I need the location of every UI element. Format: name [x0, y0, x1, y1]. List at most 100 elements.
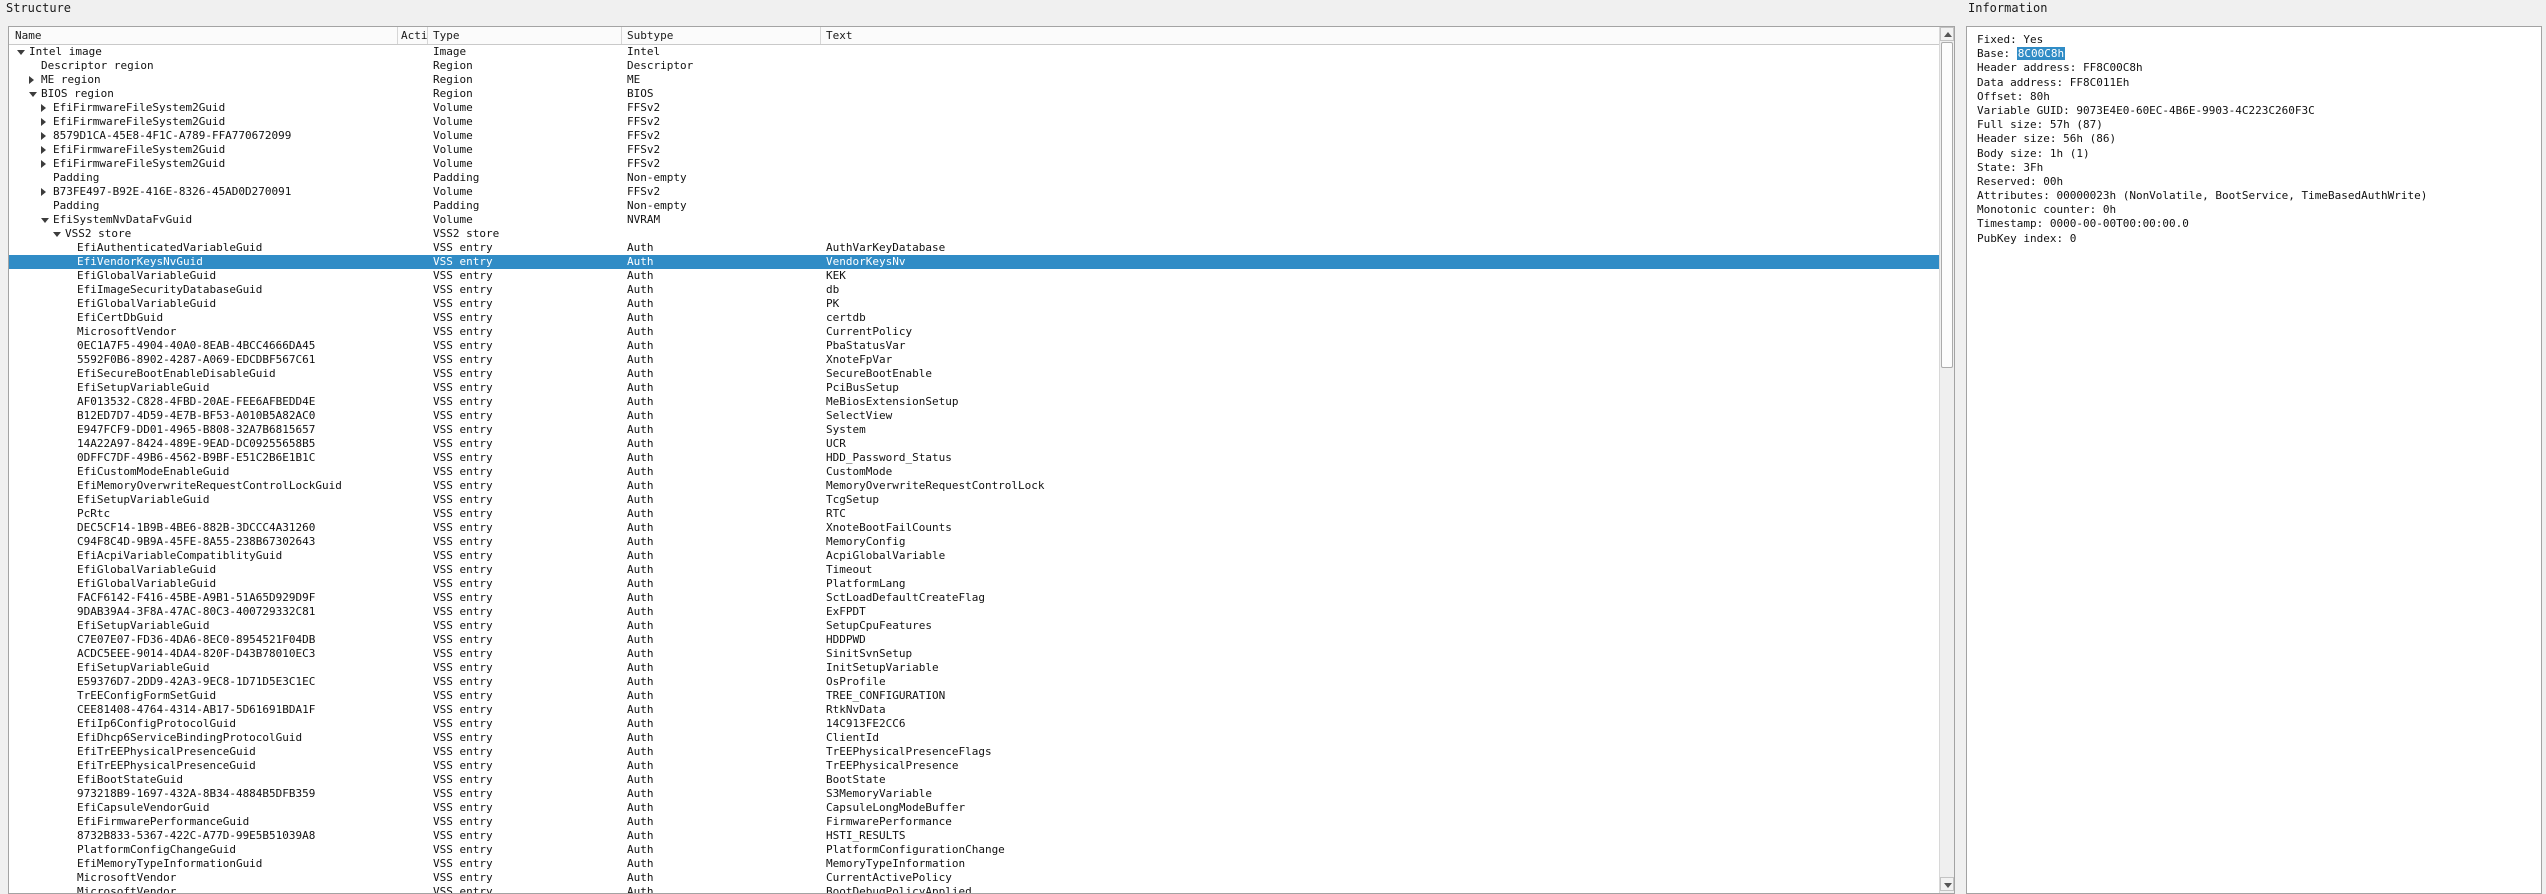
tree-row[interactable]: DEC5CF14-1B9B-4BE6-882B-3DCCC4A31260 VSS …	[9, 521, 1939, 535]
tree-row[interactable]: BIOS region Region BIOS	[9, 87, 1939, 101]
cell-subtype: Auth	[627, 255, 654, 268]
scroll-down-button[interactable]	[1940, 877, 1954, 891]
scroll-up-button[interactable]	[1940, 27, 1954, 41]
cell-action	[398, 787, 428, 801]
tree-row[interactable]: MicrosoftVendor VSS entry Auth CurrentActiv…	[9, 871, 1939, 885]
cell-action	[398, 325, 428, 339]
cell-type: VSS entry	[433, 619, 493, 632]
expand-arrow-icon[interactable]	[41, 132, 46, 140]
cell-name: EfiIp6ConfigProtocolGuid	[77, 717, 236, 730]
tree-row[interactable]: EfiTrEEPhysicalPresenceGuid VSS entry Auth…	[9, 745, 1939, 759]
tree-row[interactable]: EfiCustomModeEnableGuid VSS entry Auth Cust…	[9, 465, 1939, 479]
cell-name: EfiSetupVariableGuid	[77, 661, 210, 674]
tree-row[interactable]: E59376D7-2DD9-42A3-9EC8-1D71D5E3C1EC VSS …	[9, 675, 1939, 689]
tree-row[interactable]: AF013532-C828-4FBD-20AE-FEE6AFBEDD4E VSS …	[9, 395, 1939, 409]
collapse-arrow-icon[interactable]	[53, 232, 61, 237]
tree-row[interactable]: E947FCF9-DD01-4965-B808-32A7B6815657 VSS …	[9, 423, 1939, 437]
expand-arrow-icon[interactable]	[41, 146, 46, 154]
tree-row[interactable]: EfiSetupVariableGuid VSS entry Auth PciBusS…	[9, 381, 1939, 395]
tree-row[interactable]: Padding Padding Non-empty	[9, 171, 1939, 185]
tree-row[interactable]: B12ED7D7-4D59-4E7B-BF53-A010B5A82AC0 VSS …	[9, 409, 1939, 423]
cell-type: VSS entry	[433, 647, 493, 660]
tree-row[interactable]: Padding Padding Non-empty	[9, 199, 1939, 213]
tree-row[interactable]: ACDC5EEE-9014-4DA4-820F-D43B78010EC3 VSS …	[9, 647, 1939, 661]
collapse-arrow-icon[interactable]	[29, 92, 37, 97]
scrollbar-thumb[interactable]	[1941, 42, 1953, 368]
tree-row-selected[interactable]: EfiVendorKeysNvGuid VSS entry Auth VendorKe…	[9, 255, 1939, 269]
tree-row[interactable]: EfiGlobalVariableGuid VSS entry Auth PK	[9, 297, 1939, 311]
tree-row[interactable]: Intel image Image Intel	[9, 45, 1939, 59]
tree-row[interactable]: EfiCapsuleVendorGuid VSS entry Auth Capsule…	[9, 801, 1939, 815]
tree-vertical-scrollbar[interactable]	[1939, 27, 1954, 893]
cell-action	[398, 143, 428, 157]
expand-arrow-icon[interactable]	[41, 188, 46, 196]
column-header-action[interactable]: Acti	[398, 27, 428, 44]
tree-row[interactable]: EfiSystemNvDataFvGuid Volume NVRAM	[9, 213, 1939, 227]
tree-row[interactable]: PlatformConfigChangeGuid VSS entry Auth Pla…	[9, 843, 1939, 857]
cell-action	[398, 395, 428, 409]
tree-row[interactable]: EfiAuthenticatedVariableGuid VSS entry Aut…	[9, 241, 1939, 255]
expand-arrow-icon[interactable]	[41, 118, 46, 126]
tree-row[interactable]: PcRtc VSS entry Auth RTC	[9, 507, 1939, 521]
expand-arrow-icon[interactable]	[41, 160, 46, 168]
tree-row[interactable]: 0DFFC7DF-49B6-4562-B9BF-E51C2B6E1B1C VSS …	[9, 451, 1939, 465]
tree-row[interactable]: EfiTrEEPhysicalPresenceGuid VSS entry Auth…	[9, 759, 1939, 773]
column-header-text[interactable]: Text	[821, 27, 1939, 44]
tree-row[interactable]: EfiMemoryOverwriteRequestControlLockGuid…	[9, 479, 1939, 493]
column-header-name[interactable]: Name	[9, 27, 398, 44]
tree-row[interactable]: EfiAcpiVariableCompatiblityGuid VSS entry…	[9, 549, 1939, 563]
column-header-type[interactable]: Type	[428, 27, 622, 44]
tree-row[interactable]: FACF6142-F416-45BE-A9B1-51A65D929D9F VSS …	[9, 591, 1939, 605]
cell-text: VendorKeysNv	[826, 255, 906, 268]
tree-row[interactable]: EfiMemoryTypeInformationGuid VSS entry Aut…	[9, 857, 1939, 871]
tree-row[interactable]: EfiFirmwareFileSystem2Guid Volume FFSv2	[9, 143, 1939, 157]
tree-row[interactable]: 973218B9-1697-432A-8B34-4884B5DFB359 VSS …	[9, 787, 1939, 801]
tree-row[interactable]: EfiFirmwarePerformanceGuid VSS entry Auth F…	[9, 815, 1939, 829]
cell-action	[398, 661, 428, 675]
tree-row[interactable]: 8579D1CA-45E8-4F1C-A789-FFA770672099 Volu…	[9, 129, 1939, 143]
cell-text	[821, 129, 1939, 143]
tree-row[interactable]: 8732B833-5367-422C-A77D-99E5B51039A8 VSS …	[9, 829, 1939, 843]
expand-arrow-icon[interactable]	[41, 104, 46, 112]
tree-row[interactable]: EfiFirmwareFileSystem2Guid Volume FFSv2	[9, 157, 1939, 171]
cell-subtype: FFSv2	[627, 101, 661, 114]
tree-row[interactable]: EfiGlobalVariableGuid VSS entry Auth Timeou…	[9, 563, 1939, 577]
tree-row[interactable]: EfiImageSecurityDatabaseGuid VSS entry Aut…	[9, 283, 1939, 297]
column-header-subtype[interactable]: Subtype	[622, 27, 821, 44]
tree-row[interactable]: Descriptor region Region Descriptor	[9, 59, 1939, 73]
expand-arrow-icon[interactable]	[29, 76, 34, 84]
tree-row[interactable]: 5592F0B6-8902-4287-A069-EDCDBF567C61 VSS …	[9, 353, 1939, 367]
cell-name: EfiCertDbGuid	[77, 311, 164, 324]
tree-row[interactable]: EfiFirmwareFileSystem2Guid Volume FFSv2	[9, 115, 1939, 129]
cell-type: Volume	[433, 115, 473, 128]
tree-row[interactable]: C94F8C4D-9B9A-45FE-8A55-238B67302643 VSS …	[9, 535, 1939, 549]
tree-row[interactable]: EfiGlobalVariableGuid VSS entry Auth Platfo…	[9, 577, 1939, 591]
tree-row[interactable]: MicrosoftVendor VSS entry Auth CurrentPolic…	[9, 325, 1939, 339]
tree-row[interactable]: 9DAB39A4-3F8A-47AC-80C3-400729332C81 VSS …	[9, 605, 1939, 619]
tree-row[interactable]: EfiFirmwareFileSystem2Guid Volume FFSv2	[9, 101, 1939, 115]
tree-row[interactable]: EfiSetupVariableGuid VSS entry Auth TcgSetu…	[9, 493, 1939, 507]
tree-row[interactable]: EfiCertDbGuid VSS entry Auth certdb	[9, 311, 1939, 325]
cell-text	[821, 157, 1939, 171]
tree-row[interactable]: EfiSetupVariableGuid VSS entry Auth InitSet…	[9, 661, 1939, 675]
tree-row[interactable]: EfiDhcp6ServiceBindingProtocolGuid VSS en…	[9, 731, 1939, 745]
tree-row[interactable]: CEE81408-4764-4314-AB17-5D61691BDA1F VSS …	[9, 703, 1939, 717]
tree-row[interactable]: 14A22A97-8424-489E-9EAD-DC09255658B5 VSS …	[9, 437, 1939, 451]
tree-row[interactable]: EfiSecureBootEnableDisableGuid VSS entry A…	[9, 367, 1939, 381]
tree-row[interactable]: EfiSetupVariableGuid VSS entry Auth SetupCp…	[9, 619, 1939, 633]
tree-row[interactable]: EfiGlobalVariableGuid VSS entry Auth KEK	[9, 269, 1939, 283]
tree-row[interactable]: EfiIp6ConfigProtocolGuid VSS entry Auth 14C…	[9, 717, 1939, 731]
cell-action	[398, 213, 428, 227]
tree-row[interactable]: MicrosoftVendor VSS entry Auth BootDebugPol…	[9, 885, 1939, 893]
tree-row[interactable]: VSS2 store VSS2 store	[9, 227, 1939, 241]
tree-row[interactable]: 0EC1A7F5-4904-40A0-8EAB-4BCC4666DA45 VSS …	[9, 339, 1939, 353]
tree-row[interactable]: C7E07E07-FD36-4DA6-8EC0-8954521F04DB VSS …	[9, 633, 1939, 647]
cell-text: AuthVarKeyDatabase	[826, 241, 946, 254]
tree-row[interactable]: EfiBootStateGuid VSS entry Auth BootState	[9, 773, 1939, 787]
information-panel-title: Information	[1968, 1, 2048, 15]
tree-row[interactable]: ME region Region ME	[9, 73, 1939, 87]
collapse-arrow-icon[interactable]	[41, 218, 49, 223]
tree-row[interactable]: B73FE497-B92E-416E-8326-45AD0D270091 Volu…	[9, 185, 1939, 199]
collapse-arrow-icon[interactable]	[17, 50, 25, 55]
tree-row[interactable]: TrEEConfigFormSetGuid VSS entry Auth TREE_C…	[9, 689, 1939, 703]
